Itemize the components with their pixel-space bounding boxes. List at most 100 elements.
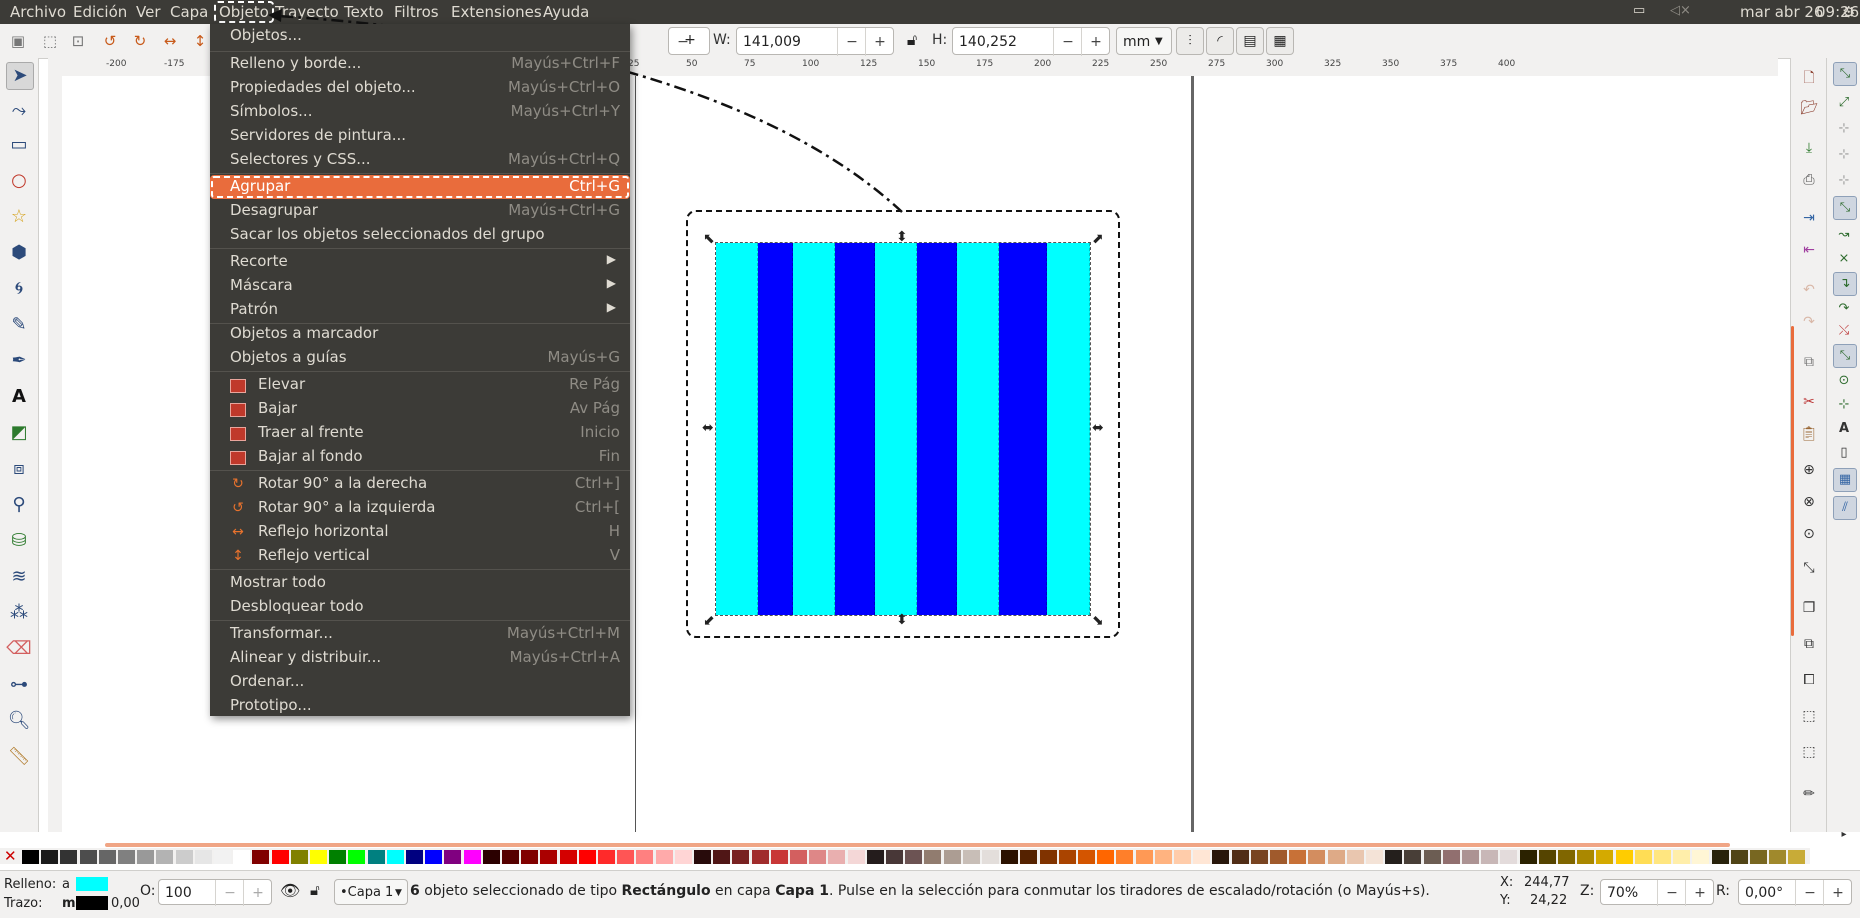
palette-swatch[interactable] — [1711, 850, 1729, 864]
fill-stroke-icon[interactable]: ✏ — [1799, 784, 1819, 804]
snap-bbox-icon[interactable]: ⤢ — [1833, 92, 1855, 114]
palette-swatch[interactable] — [674, 850, 692, 864]
menu-item-reflejo-horizontal[interactable]: ↔ Reflejo horizontal H — [210, 520, 630, 544]
palette-swatch[interactable] — [1730, 850, 1748, 864]
width-field[interactable]: 141,009 − + — [736, 27, 894, 56]
select-all-icon[interactable]: ▣ — [8, 31, 28, 51]
palette-swatch[interactable] — [1039, 850, 1057, 864]
gear-icon[interactable]: ⚙ — [1842, 3, 1855, 21]
menu-item-objetos-a-guias[interactable]: Objetos a guías Mayús+G — [210, 346, 630, 370]
stripe-rectangle[interactable] — [999, 243, 1047, 615]
resize-handle-nw-icon[interactable]: ⬉ — [703, 231, 715, 247]
menu-capa[interactable]: Capa — [170, 3, 208, 21]
3d-box-tool-icon[interactable]: ⬢ — [6, 240, 32, 266]
palette-swatch[interactable] — [713, 850, 731, 864]
palette-swatch[interactable] — [598, 850, 615, 864]
height-increment-button[interactable]: + — [1081, 28, 1110, 56]
scrollbar[interactable] — [1791, 326, 1794, 636]
save-document-icon[interactable]: ⤓ — [1799, 138, 1819, 158]
calligraphy-tool-icon[interactable]: ✒ — [6, 348, 32, 374]
palette-swatch[interactable] — [1366, 850, 1383, 864]
stroke-swatch[interactable] — [76, 896, 108, 910]
connector-tool-icon[interactable]: ⊶ — [6, 672, 32, 698]
palette-swatch[interactable] — [425, 850, 443, 864]
menu-archivo[interactable]: Archivo — [10, 3, 66, 21]
palette-swatch[interactable] — [1001, 850, 1019, 864]
palette-swatch[interactable] — [521, 850, 539, 864]
unlink-clone-icon[interactable]: ⧠ — [1799, 670, 1819, 690]
palette-swatch[interactable] — [386, 850, 404, 864]
menu-item-traer-al-frente[interactable]: Traer al frente Inicio — [210, 421, 630, 445]
menu-item-rotar-derecha[interactable]: ↻ Rotar 90° a la derecha Ctrl+] — [210, 472, 630, 496]
zoom-increment-button[interactable]: + — [1685, 880, 1714, 906]
menu-item-prototipo[interactable]: Prototipo... — [210, 694, 630, 718]
menu-item-ordenar[interactable]: Ordenar... — [210, 670, 630, 694]
menu-trayecto[interactable]: Trayecto — [275, 3, 339, 21]
tweak-tool-icon[interactable]: ≋ — [6, 564, 32, 590]
expand-arrow-icon[interactable]: ▸ — [1833, 824, 1855, 846]
palette-swatch[interactable] — [1020, 850, 1038, 864]
import-icon[interactable]: ⇥ — [1799, 208, 1819, 228]
system-date[interactable]: mar abr 26 — [1740, 3, 1823, 21]
menu-item-recorte[interactable]: Recorte ▶ — [210, 250, 630, 274]
export-icon[interactable]: ⇤ — [1799, 240, 1819, 260]
rotation-value[interactable]: 0,00° — [1745, 880, 1783, 906]
layer-select[interactable]: •Capa 1 ▼ — [334, 879, 408, 905]
palette-swatch[interactable] — [1097, 850, 1115, 864]
resize-handle-se-icon[interactable]: ⬊ — [1092, 613, 1104, 629]
menu-item-reflejo-vertical[interactable]: ↕ Reflejo vertical V — [210, 544, 630, 568]
resize-handle-sw-icon[interactable]: ⬋ — [703, 613, 715, 629]
rotation-increment-button[interactable]: + — [1823, 880, 1852, 906]
snap-others-icon[interactable]: ⤡ — [1833, 344, 1857, 368]
stripe-rectangle[interactable] — [793, 243, 835, 615]
snap-toggle-icon[interactable]: ⤡ — [1833, 62, 1857, 86]
ungroup-icon[interactable]: ⬚ — [1799, 742, 1819, 762]
spray-tool-icon[interactable]: ⁂ — [6, 600, 32, 626]
group-icon[interactable]: ⬚ — [1799, 706, 1819, 726]
unit-value[interactable]: mm — [1123, 28, 1150, 56]
palette-swatch[interactable] — [79, 850, 97, 864]
zoom-value[interactable]: 70% — [1607, 880, 1638, 906]
menu-texto[interactable]: Texto — [344, 3, 384, 21]
palette-swatch[interactable] — [310, 850, 327, 864]
menu-item-desagrupar[interactable]: Desagrupar Mayús+Ctrl+G — [210, 199, 630, 223]
zoom-field[interactable]: 70% − + — [1600, 879, 1714, 906]
palette-swatch[interactable] — [22, 850, 39, 864]
eye-icon[interactable]: 👁︎ — [280, 881, 300, 900]
open-document-icon[interactable]: 📂︎ — [1799, 98, 1819, 118]
palette-swatch[interactable] — [540, 850, 558, 864]
node-tool-icon[interactable]: ⤳ — [6, 98, 32, 124]
palette-swatch[interactable] — [559, 850, 577, 864]
palette-swatch[interactable] — [60, 850, 78, 864]
palette-swatch[interactable] — [1692, 850, 1710, 864]
palette-swatch[interactable] — [175, 850, 193, 864]
palette-swatch[interactable] — [329, 850, 347, 864]
snap-bbox-midpoints-icon[interactable]: ⊹ — [1833, 170, 1855, 192]
menu-item-sacar-del-grupo[interactable]: Sacar los objetos seleccionados del grup… — [210, 223, 630, 247]
palette-swatch[interactable] — [1750, 850, 1767, 864]
palette-swatch[interactable] — [1423, 850, 1441, 864]
gradient-tool-icon[interactable]: ◩ — [6, 420, 32, 446]
menu-item-desbloquear-todo[interactable]: Desbloquear todo — [210, 595, 630, 619]
pencil-tool-icon[interactable]: ✎ — [6, 312, 32, 338]
menu-item-objetos[interactable]: Objetos... — [210, 24, 630, 48]
snap-bbox-edges-icon[interactable]: ⊹ — [1833, 118, 1855, 140]
palette-swatch[interactable] — [406, 850, 423, 864]
menu-extensiones[interactable]: Extensiones — [451, 3, 542, 21]
stripe-rectangle[interactable] — [957, 243, 999, 615]
transform-gradients-icon[interactable]: ▤ — [1236, 27, 1264, 55]
palette-swatch[interactable] — [1519, 850, 1537, 864]
menu-item-simbolos[interactable]: Símbolos... Mayús+Ctrl+Y — [210, 100, 630, 124]
snap-rotation-center-icon[interactable]: ⊹ — [1833, 394, 1855, 416]
palette-swatch[interactable] — [1308, 850, 1326, 864]
palette-swatch[interactable] — [905, 850, 923, 864]
menu-item-elevar[interactable]: Elevar Re Pág — [210, 373, 630, 397]
zoom-selection-icon[interactable]: ⊕ — [1799, 460, 1819, 480]
resize-handle-s-icon[interactable]: ⬍ — [896, 612, 908, 628]
palette-scrollbar[interactable] — [105, 843, 1730, 847]
palette-swatch[interactable] — [1327, 850, 1345, 864]
selector-tool-icon[interactable]: ➤ — [6, 62, 34, 90]
width-decrement-button[interactable]: − — [837, 28, 866, 56]
menu-item-mascara[interactable]: Máscara ▶ — [210, 274, 630, 298]
resize-handle-e-icon[interactable]: ⬌ — [1092, 420, 1104, 436]
